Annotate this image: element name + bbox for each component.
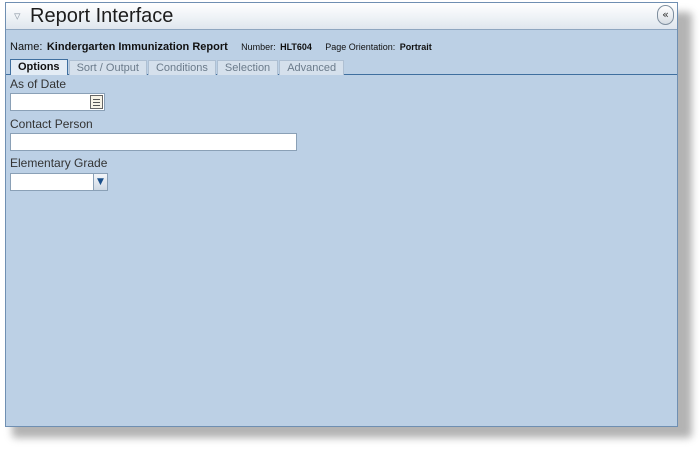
- tab-advanced[interactable]: Advanced: [279, 60, 345, 75]
- title-bar: ▿ Report Interface «: [6, 3, 677, 30]
- page-orientation-value: Portrait: [399, 42, 432, 52]
- window-title: Report Interface: [30, 5, 174, 27]
- contact-person-label: Contact Person: [10, 117, 93, 131]
- tab-selection[interactable]: Selection: [216, 60, 279, 75]
- tab-bar: Options Sort / Output Conditions Selecti…: [10, 59, 677, 75]
- report-name-label: Name:: [10, 41, 43, 53]
- as-of-date-label: As of Date: [10, 77, 67, 91]
- report-info: Name: Kindergarten Immunization Report N…: [10, 37, 677, 53]
- elementary-grade-select[interactable]: ▼: [10, 173, 108, 191]
- tab-sort-output[interactable]: Sort / Output: [68, 60, 147, 75]
- tab-options[interactable]: Options: [10, 59, 68, 75]
- calendar-icon[interactable]: [90, 95, 103, 109]
- as-of-date-field[interactable]: [10, 93, 105, 111]
- page-orientation-label: Page Orientation:: [325, 42, 396, 52]
- collapse-button[interactable]: «: [657, 5, 674, 25]
- chevron-down-icon[interactable]: ▼: [93, 174, 107, 190]
- tab-conditions[interactable]: Conditions: [147, 60, 216, 75]
- elementary-grade-label: Elementary Grade: [10, 156, 108, 170]
- report-number-value: HLT604: [280, 42, 312, 52]
- report-number-label: Number:: [241, 42, 276, 52]
- report-interface-window: ▿ Report Interface « Name: Kindergarten …: [5, 2, 678, 427]
- contact-person-field[interactable]: [10, 133, 297, 151]
- report-name-value: Kindergarten Immunization Report: [46, 41, 228, 53]
- filter-icon: ▿: [14, 8, 21, 23]
